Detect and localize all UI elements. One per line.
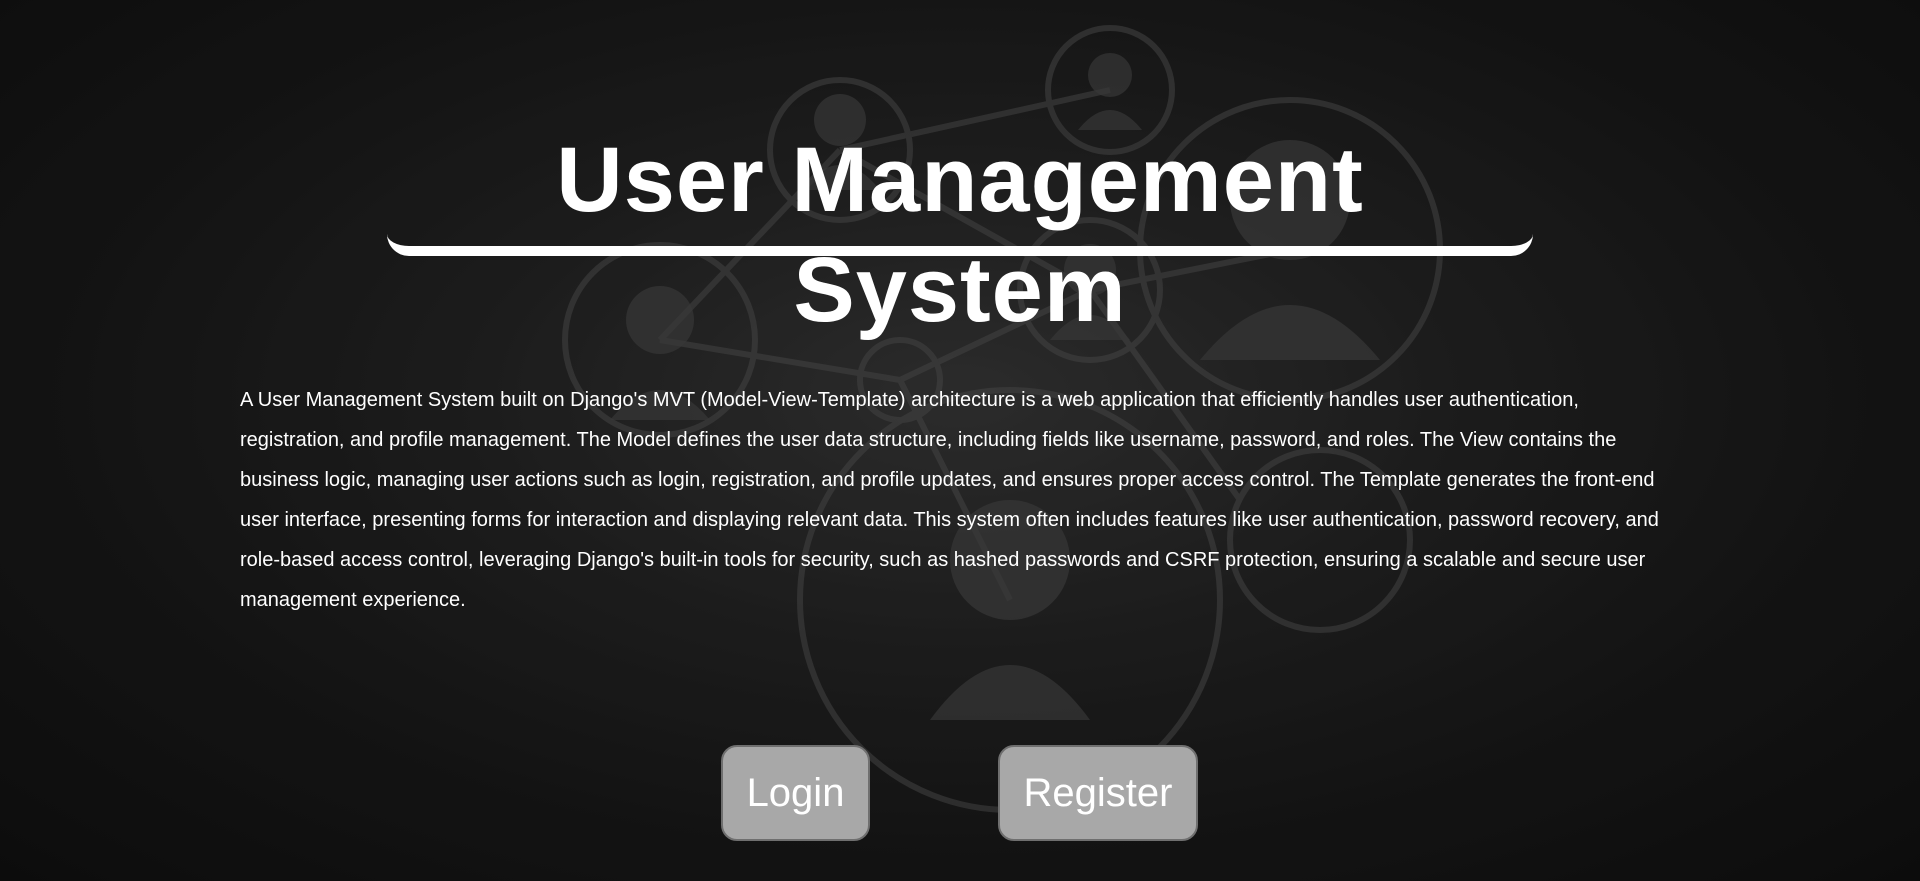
landing-page: User Management System A User Management… [0,0,1920,881]
register-button[interactable]: Register [998,745,1198,841]
title-underline [387,226,1533,256]
page-description: A User Management System built on Django… [240,389,1659,611]
login-button[interactable]: Login [721,745,870,841]
